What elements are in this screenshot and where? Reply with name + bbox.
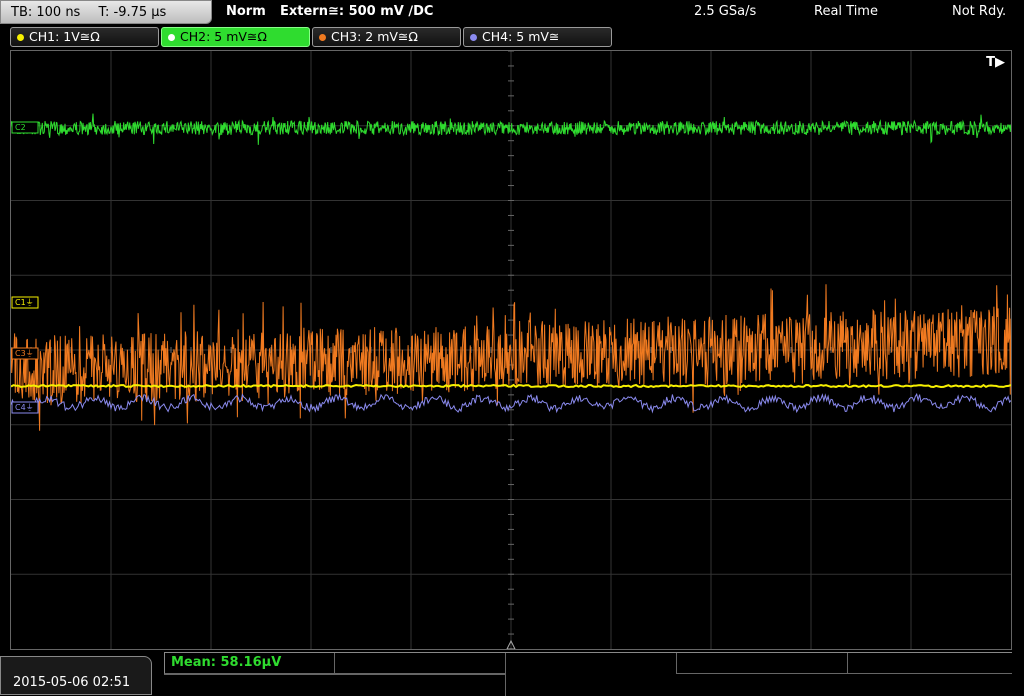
channel-2-button[interactable]: CH2: 5 mV≅Ω (161, 27, 310, 47)
channel-1-label: CH1: 1V≅Ω (29, 29, 100, 44)
measurement-cell[interactable]: Mean: 58.16µV (164, 653, 334, 674)
waveform-display[interactable]: C2 C1⏚ C3⏚ C4⏚ T▶ (10, 50, 1012, 650)
trigger-mode[interactable]: Norm (226, 0, 266, 24)
channel-3-dot-icon (319, 34, 326, 41)
channel-4-button[interactable]: CH4: 5 mV≅ (463, 27, 612, 47)
acquisition-state: Not Rdy. (952, 4, 1007, 19)
trigger-time-value: T: -9.75 µs (98, 5, 167, 20)
channel-1-button[interactable]: CH1: 1V≅Ω (10, 27, 159, 47)
date-time: 2015-05-06 02:51 (13, 675, 131, 690)
timebase-value: TB: 100 ns (11, 5, 81, 20)
date-time-box: 2015-05-06 02:51 (0, 656, 152, 695)
channel-1-marker[interactable]: C1⏚ (15, 298, 34, 307)
measurement-cell[interactable] (505, 653, 676, 696)
channel-1-dot-icon (17, 34, 24, 41)
measurement-cell[interactable] (847, 653, 1012, 674)
trigger-source[interactable]: Extern≅: 500 mV ∕DC (280, 0, 433, 24)
measurement-cell[interactable] (334, 653, 505, 674)
channel-bar: CH1: 1V≅Ω CH2: 5 mV≅Ω CH3: 2 mV≅Ω CH4: 5… (0, 26, 1024, 48)
channel-3-marker[interactable]: C3⏚ (15, 349, 34, 358)
channel-4-marker[interactable]: C4⏚ (15, 403, 34, 412)
channel-4-dot-icon (470, 34, 477, 41)
timebase-box[interactable]: TB: 100 ns T: -9.75 µs (0, 0, 212, 24)
status-bar: TB: 100 ns T: -9.75 µs Norm Extern≅: 500… (0, 0, 1024, 26)
channel-4-label: CH4: 5 mV≅ (482, 29, 560, 44)
channel-3-button[interactable]: CH3: 2 mV≅Ω (312, 27, 461, 47)
mean-measurement: Mean: 58.16µV (171, 655, 282, 670)
channel-2-dot-icon (168, 34, 175, 41)
channel-2-label: CH2: 5 mV≅Ω (180, 29, 267, 44)
measurement-cell[interactable] (676, 653, 847, 674)
acquisition-mode: Real Time (814, 4, 878, 19)
measurement-divider (164, 674, 505, 675)
trigger-marker-icon[interactable]: T▶ (986, 55, 1005, 70)
channel-2-marker[interactable]: C2 (15, 123, 26, 132)
measurement-bar[interactable]: Mean: 58.16µV (164, 652, 1012, 696)
waveform-canvas: C2 C1⏚ C3⏚ C4⏚ (11, 51, 1011, 649)
channel-3-label: CH3: 2 mV≅Ω (331, 29, 418, 44)
sample-rate: 2.5 GSa/s (694, 4, 757, 19)
